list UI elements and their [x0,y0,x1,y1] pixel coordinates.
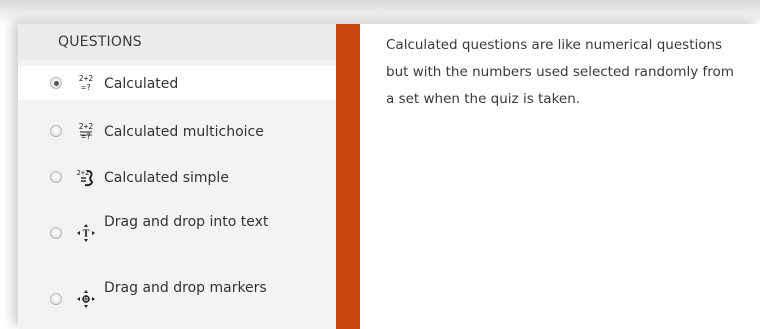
accent-divider-bar [336,24,360,329]
svg-text:=?: =? [81,132,91,141]
question-type-label: Calculated simple [104,170,229,186]
question-type-calculated[interactable]: 2+2 =? Calculated [18,66,336,100]
question-type-calculated-simple[interactable]: 2+2 Calculated simple [18,160,336,194]
calculated-simple-icon: 2+2 [76,167,96,187]
radio-calculated-simple[interactable] [50,171,62,183]
svg-text:2+2: 2+2 [79,74,94,83]
calculated-multichoice-icon: 2+2 =? [76,121,96,141]
question-type-label: Drag and drop markers [104,280,267,296]
radio-calculated-multichoice[interactable] [50,125,62,137]
question-type-label: Calculated [104,76,179,92]
svg-text:T: T [83,230,90,240]
drag-drop-text-icon: T [76,223,96,243]
question-type-drag-drop-text[interactable]: T Drag and drop into text [18,206,336,258]
radio-calculated[interactable] [50,77,62,89]
radio-drag-drop-text[interactable] [50,227,62,239]
question-type-label: Drag and drop into text [104,214,269,230]
calculated-icon: 2+2 =? [76,73,96,93]
question-type-label: Calculated multichoice [104,124,264,140]
question-type-drag-drop-markers[interactable]: Drag and drop markers [18,272,336,324]
radio-drag-drop-markers[interactable] [50,293,62,305]
question-type-chooser: QUESTIONS 2+2 =? Calculated 2+2 =? Calcu… [18,24,760,329]
question-type-description: Calculated questions are like numerical … [386,37,734,107]
svg-text:2+2: 2+2 [79,122,94,131]
question-type-list: QUESTIONS 2+2 =? Calculated 2+2 =? Calcu… [18,24,336,329]
section-heading-questions: QUESTIONS [18,24,336,60]
svg-text:=?: =? [81,83,91,92]
drag-drop-markers-icon [76,289,96,309]
question-type-calculated-multichoice[interactable]: 2+2 =? Calculated multichoice [18,114,336,148]
